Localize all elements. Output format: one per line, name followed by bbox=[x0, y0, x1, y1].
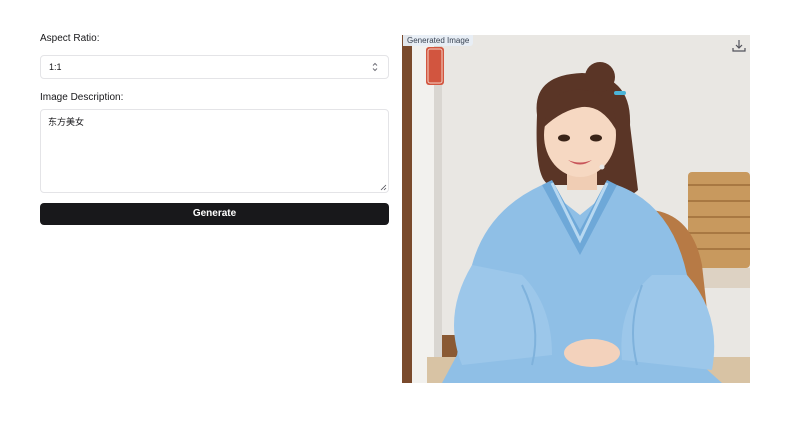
page: Aspect Ratio: 1:1 Image Description: 东方美… bbox=[0, 0, 800, 432]
image-description-label: Image Description: bbox=[40, 92, 124, 103]
download-icon[interactable] bbox=[731, 38, 747, 54]
resize-handle-icon[interactable] bbox=[380, 184, 387, 191]
chevron-up-down-icon bbox=[372, 62, 378, 72]
image-description-value: 东方美女 bbox=[48, 117, 85, 127]
aspect-ratio-label: Aspect Ratio: bbox=[40, 33, 100, 44]
generated-image: Generated Image bbox=[402, 35, 750, 383]
generate-button[interactable]: Generate bbox=[40, 203, 389, 225]
generated-image-tag: Generated Image bbox=[403, 35, 474, 46]
seal-stamp bbox=[426, 47, 444, 85]
aspect-ratio-value: 1:1 bbox=[49, 62, 62, 72]
image-description-input[interactable]: 东方美女 bbox=[40, 109, 389, 193]
aspect-ratio-select[interactable]: 1:1 bbox=[40, 55, 389, 79]
portrait-illustration bbox=[402, 35, 750, 383]
